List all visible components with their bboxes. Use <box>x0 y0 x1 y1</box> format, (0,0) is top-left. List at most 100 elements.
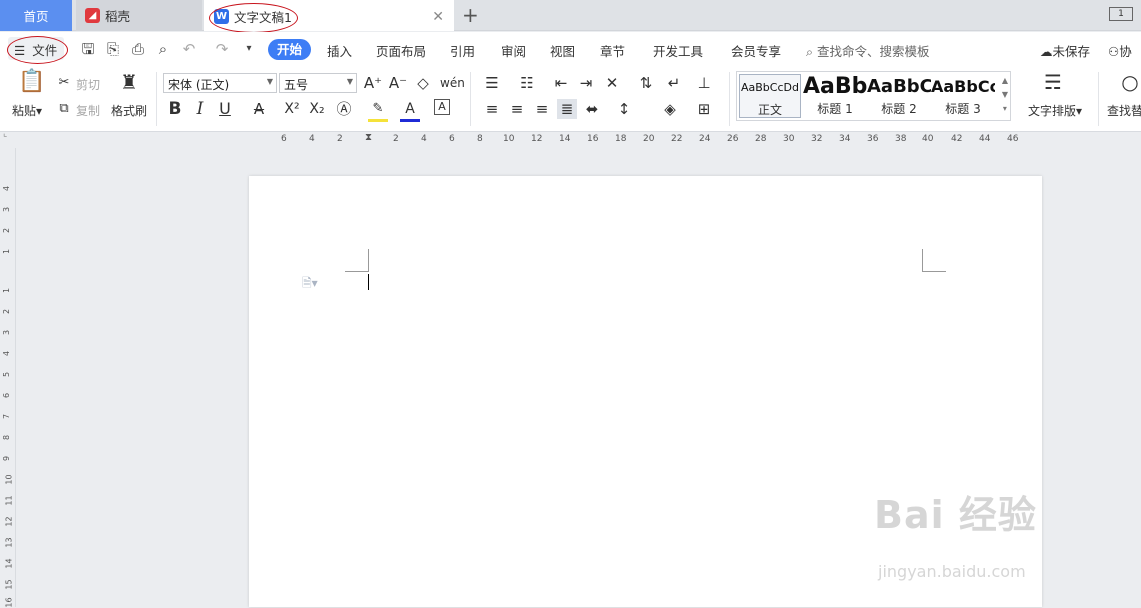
tab-insert[interactable]: 插入 <box>327 41 352 60</box>
ruler-tick: 12 <box>531 134 543 144</box>
phonetic-guide-icon[interactable]: wén <box>440 73 465 93</box>
font-size-select[interactable]: 五号 ▼ <box>279 73 357 93</box>
undo-icon[interactable]: ↶ <box>180 40 198 58</box>
redo-icon[interactable]: ↷ <box>213 40 231 58</box>
superscript-icon[interactable]: X² <box>282 99 302 119</box>
tab-member[interactable]: 会员专享 <box>731 41 781 60</box>
tab-home-label: 首页 <box>23 9 49 24</box>
shading-icon[interactable]: ◈ <box>660 99 680 119</box>
paragraph-handle-icon[interactable]: 🗎▾ <box>302 274 318 295</box>
format-painter-button[interactable]: 格式刷 <box>111 102 147 119</box>
style-preview: AaBb <box>803 74 867 99</box>
strikethrough-icon[interactable]: A <box>249 99 269 119</box>
text-direction-icon[interactable]: ⇅ <box>636 73 656 93</box>
collaborate-label: 协 <box>1119 44 1132 59</box>
increase-font-icon[interactable]: A⁺ <box>363 73 383 93</box>
paste-button[interactable]: 粘贴▾ <box>12 102 42 119</box>
numbering-icon[interactable]: ☷ <box>517 73 537 93</box>
subscript-icon[interactable]: X₂ <box>307 99 327 119</box>
ruler-tick: 9 <box>2 455 12 462</box>
text-layout-icon[interactable]: ☴ <box>1043 72 1063 92</box>
ruler-tick: 11 <box>4 495 14 506</box>
text-effect-icon[interactable]: Ⓐ <box>334 99 354 119</box>
clear-format-icon[interactable]: ◇ <box>413 73 433 93</box>
tab-stop-icon[interactable]: ⊥ <box>694 73 714 93</box>
annotation-ellipse-tab <box>209 3 298 33</box>
ruler-tick: 44 <box>979 134 991 144</box>
style-heading-2[interactable]: AaBbC 标题 2 <box>867 74 931 118</box>
format-painter-icon[interactable]: ♜ <box>119 72 139 92</box>
justify-icon[interactable]: ≣ <box>557 99 577 119</box>
window-indicator-icon[interactable]: 1 <box>1109 7 1133 21</box>
ruler-tick: 34 <box>839 134 851 144</box>
chinese-layout-icon[interactable]: ✕ <box>602 73 622 93</box>
tab-type-selector[interactable]: ⌞ <box>3 129 7 139</box>
cloud-save-status[interactable]: ☁未保存 <box>1040 41 1090 60</box>
italic-icon[interactable]: I <box>190 99 210 119</box>
copy-button[interactable]: 复制 <box>76 102 100 119</box>
font-color-icon[interactable]: A <box>400 99 420 122</box>
tab-developer[interactable]: 开发工具 <box>653 41 703 60</box>
save-icon[interactable]: 🖫 <box>79 40 97 58</box>
increase-indent-icon[interactable]: ⇥ <box>576 73 596 93</box>
tab-review[interactable]: 审阅 <box>501 41 526 60</box>
command-search[interactable]: ⌕ 查找命令、搜索模板 <box>806 41 930 60</box>
tab-chapter[interactable]: 章节 <box>600 41 625 60</box>
new-tab-plus-icon[interactable]: + <box>462 3 479 27</box>
style-normal[interactable]: AaBbCcDd 正文 <box>739 74 801 118</box>
style-gallery: AaBbCcDd 正文 AaBb 标题 1 AaBbC 标题 2 AaBbCc … <box>736 71 1011 121</box>
line-spacing-icon[interactable]: ↕ <box>614 99 634 119</box>
find-replace-button[interactable]: 查找替 <box>1107 102 1141 119</box>
search-icon: ⌕ <box>806 44 814 59</box>
distributed-align-icon[interactable]: ⬌ <box>582 99 602 119</box>
decrease-font-icon[interactable]: A⁻ <box>388 73 408 93</box>
ruler-tick: 46 <box>1007 134 1019 144</box>
find-icon[interactable]: ○ <box>1120 72 1140 92</box>
print-icon[interactable]: ⎙ <box>129 40 147 58</box>
line-break-icon[interactable]: ↵ <box>664 73 684 93</box>
style-gallery-scroll[interactable]: ▲ ▼ ▾ <box>1002 74 1008 116</box>
tab-references[interactable]: 引用 <box>450 41 475 60</box>
ruler-tick: 10 <box>503 134 515 144</box>
bold-icon[interactable]: B <box>165 99 185 119</box>
tab-page-layout[interactable]: 页面布局 <box>376 41 426 60</box>
bullets-icon[interactable]: ☰ <box>482 73 502 93</box>
borders-icon[interactable]: ⊞ <box>694 99 714 119</box>
export-pdf-icon[interactable]: ⎘ <box>104 40 122 58</box>
font-name-select[interactable]: 宋体 (正文) ▼ <box>163 73 277 93</box>
align-center-icon[interactable]: ≡ <box>507 99 527 119</box>
style-label: 正文 <box>757 103 782 117</box>
paste-icon[interactable]: 📋 <box>18 71 45 93</box>
ruler-tick: 13 <box>4 537 14 548</box>
style-label: 标题 3 <box>945 102 981 116</box>
text-layout-button[interactable]: 文字排版▾ <box>1028 102 1082 119</box>
highlight-icon[interactable]: ✎ <box>368 99 388 122</box>
ruler-tick: 3 <box>2 206 12 213</box>
collaborate-button[interactable]: ⚇协 <box>1108 41 1132 60</box>
underline-icon[interactable]: U <box>215 99 235 119</box>
tab-daoke[interactable]: ◢ 稻壳 <box>76 0 202 31</box>
quick-access-dropdown-icon[interactable]: ▾ <box>240 40 258 58</box>
ruler-tick: 2 <box>2 308 12 315</box>
align-right-icon[interactable]: ≡ <box>532 99 552 119</box>
document-page[interactable]: 🗎▾ <box>249 176 1042 607</box>
text-cursor <box>368 274 369 290</box>
tab-home[interactable]: 首页 <box>0 0 72 31</box>
tab-start[interactable]: 开始 <box>268 39 311 60</box>
style-label: 标题 2 <box>881 102 917 116</box>
vertical-ruler[interactable]: 4 3 2 1 1 2 3 4 5 6 7 8 9 10 11 12 13 14… <box>0 148 16 608</box>
print-preview-icon[interactable]: ⌕ <box>154 40 172 58</box>
style-label: 标题 1 <box>817 102 853 116</box>
horizontal-ruler[interactable]: ⌞ 6 4 2 ⧗ 2 4 6 8 10 12 14 16 18 20 22 2… <box>0 129 1141 148</box>
close-icon[interactable]: ✕ <box>432 9 444 25</box>
style-heading-1[interactable]: AaBb 标题 1 <box>803 74 867 118</box>
character-border-icon[interactable]: A <box>434 99 450 115</box>
cut-button[interactable]: 剪切 <box>76 76 100 93</box>
indent-marker-icon[interactable]: ⧗ <box>365 132 372 143</box>
tab-view[interactable]: 视图 <box>550 41 575 60</box>
decrease-indent-icon[interactable]: ⇤ <box>551 73 571 93</box>
style-heading-3[interactable]: AaBbCc 标题 3 <box>931 74 995 118</box>
align-left-icon[interactable]: ≡ <box>482 99 502 119</box>
ruler-tick: 18 <box>615 134 627 144</box>
ruler-tick: 15 <box>4 579 14 590</box>
